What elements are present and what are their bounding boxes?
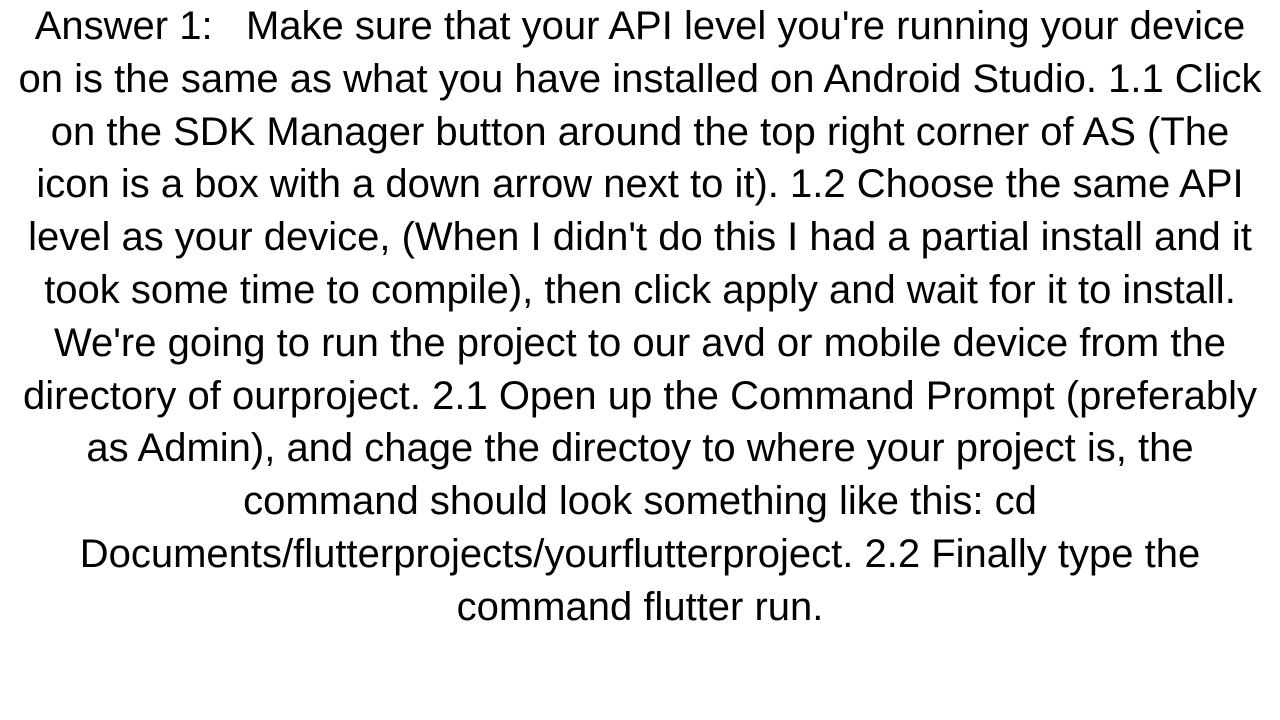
answer-block: Answer 1: Make sure that your API level … [0, 0, 1280, 634]
answer-body: Make sure that your API level you're run… [19, 4, 1262, 629]
answer-label: Answer 1: [35, 4, 213, 48]
